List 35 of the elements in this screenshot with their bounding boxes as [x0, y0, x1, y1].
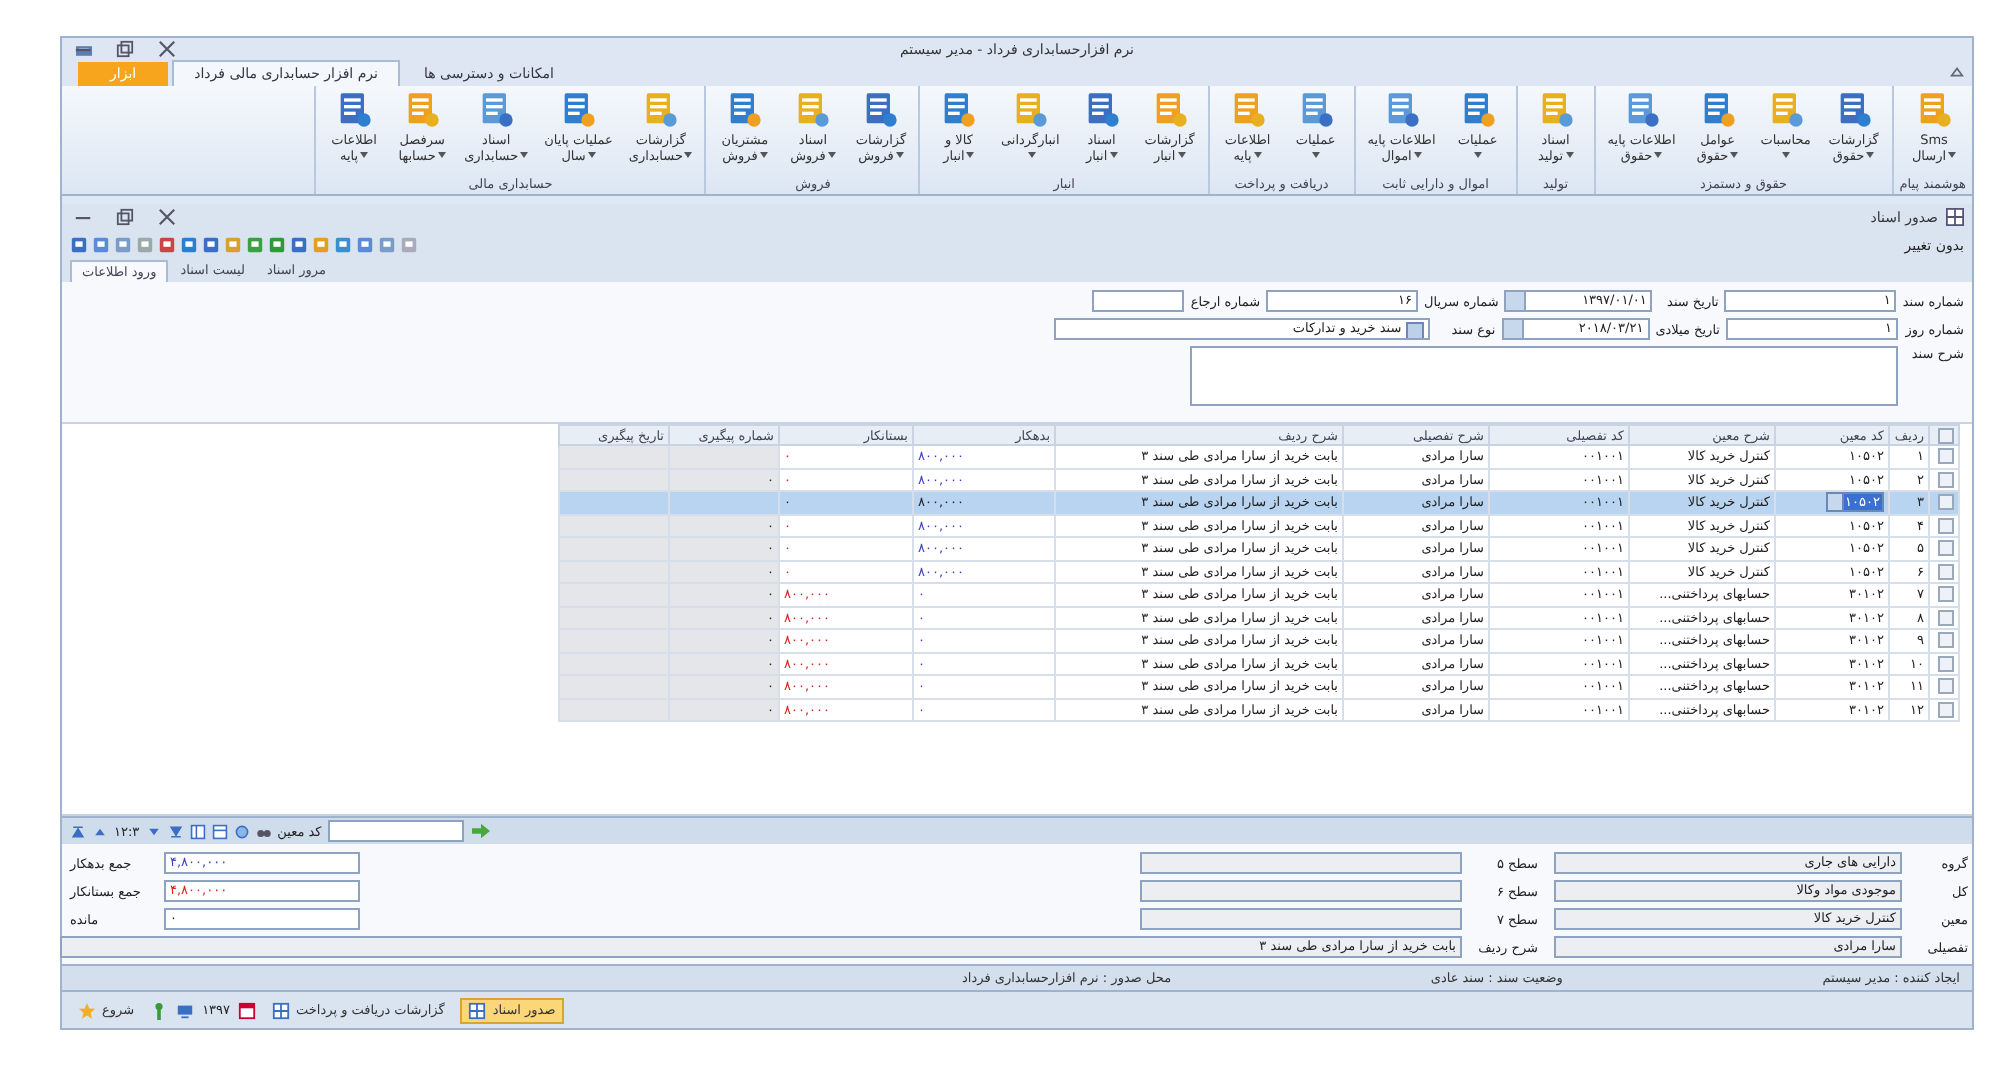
- close-icon[interactable]: [158, 40, 176, 58]
- calendar-icon[interactable]: [238, 1001, 257, 1019]
- next-icon[interactable]: [145, 823, 162, 839]
- checkbox-icon: [1938, 540, 1954, 557]
- grid-icon: [272, 1001, 291, 1019]
- checkbox-icon: [1938, 494, 1954, 511]
- checkbox-icon: [1938, 701, 1954, 718]
- search-field[interactable]: [327, 820, 464, 842]
- checkbox-icon: [1938, 609, 1954, 626]
- text-area[interactable]: [1190, 346, 1898, 406]
- checkbox-icon: [1938, 563, 1954, 580]
- checkbox-icon: [1938, 586, 1954, 603]
- checkbox-icon: [1938, 517, 1954, 534]
- restore-icon[interactable]: [116, 208, 134, 226]
- close-icon[interactable]: [158, 208, 176, 226]
- checkbox-icon: [1938, 678, 1954, 695]
- arrow-icon[interactable]: [469, 822, 492, 840]
- star-icon: [78, 1001, 96, 1019]
- columns-icon[interactable]: [189, 823, 206, 839]
- grid-icon: [1946, 208, 1964, 226]
- checkbox[interactable]: [1938, 427, 1954, 444]
- restore-icon[interactable]: [116, 40, 134, 58]
- monitor-icon[interactable]: [176, 1001, 195, 1019]
- previous-icon[interactable]: [92, 823, 108, 839]
- last-icon[interactable]: [167, 823, 184, 839]
- collapse-icon[interactable]: [1950, 66, 1964, 78]
- checkbox-icon: [1938, 655, 1954, 672]
- pin-icon[interactable]: [150, 1001, 169, 1019]
- table-icon[interactable]: [211, 823, 228, 839]
- grid-icon: [468, 1001, 487, 1019]
- checkbox-icon: [1938, 632, 1954, 649]
- first-icon[interactable]: [70, 823, 86, 839]
- checkbox-icon: [1938, 471, 1954, 488]
- input-field[interactable]: [1092, 290, 1185, 312]
- refresh-icon[interactable]: [233, 823, 250, 839]
